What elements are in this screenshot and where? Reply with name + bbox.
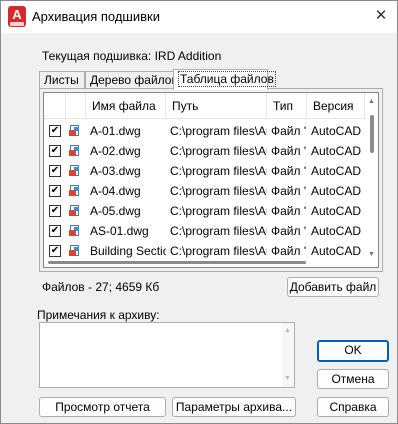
- header-path[interactable]: Путь: [166, 93, 267, 119]
- header-icon-col[interactable]: [66, 93, 86, 119]
- version-cell: AutoCAD 2: [311, 164, 365, 178]
- type-cell: Файл ': [271, 244, 307, 258]
- sheet-set-label: Текущая подшивка: IRD Addition: [42, 49, 222, 63]
- tab-file-tree[interactable]: Дерево файлов: [85, 71, 178, 89]
- file-name-cell: A-05.dwg: [90, 204, 141, 218]
- title-bar: A Архивация подшивки ✕: [1, 1, 397, 33]
- path-cell: C:\program files\Aut: [170, 124, 267, 138]
- row-checkbox[interactable]: ✔: [49, 185, 61, 197]
- help-button[interactable]: Справка: [317, 397, 389, 417]
- notes-textarea[interactable]: ▲ ▼: [39, 322, 295, 388]
- type-cell: Файл ': [271, 124, 307, 138]
- file-name-cell: A-01.dwg: [90, 124, 141, 138]
- dwg-file-icon: [69, 245, 81, 257]
- path-cell: C:\program files\Aut: [170, 244, 267, 258]
- path-cell: C:\program files\Aut: [170, 164, 267, 178]
- row-checkbox[interactable]: ✔: [49, 145, 61, 157]
- cancel-button[interactable]: Отмена: [317, 369, 389, 389]
- scroll-thumb[interactable]: [370, 115, 374, 153]
- notes-scroll-down-icon[interactable]: ▼: [284, 375, 291, 382]
- ok-button[interactable]: OK: [317, 340, 389, 362]
- path-cell: C:\program files\Aut: [170, 144, 267, 158]
- add-file-button[interactable]: Добавить файл: [287, 277, 379, 297]
- version-cell: AutoCAD 2: [311, 144, 365, 158]
- path-cell: C:\program files\Aut: [170, 184, 267, 198]
- dwg-file-icon: [69, 205, 81, 217]
- tab-sheets-label: Листы: [44, 73, 79, 87]
- file-name-cell: Building Section: [90, 244, 166, 258]
- dwg-file-icon: [69, 185, 81, 197]
- dwg-file-icon: [69, 165, 81, 177]
- row-checkbox[interactable]: ✔: [49, 125, 61, 137]
- version-cell: AutoCAD 2: [311, 244, 365, 258]
- table-header: Имя файла Путь Тип Версия Р: [44, 93, 378, 119]
- archive-dialog: A Архивация подшивки ✕ Текущая подшивка:…: [0, 0, 398, 424]
- file-table: Имя файла Путь Тип Версия Р ✔ A-01.dwg C:\…: [43, 92, 379, 268]
- dwg-file-icon: [69, 125, 81, 137]
- path-cell: C:\program files\Aut: [170, 224, 267, 238]
- table-row[interactable]: ✔ A-01.dwg C:\program files\Aut Файл ' AutoC…: [44, 121, 375, 141]
- file-name-cell: A-02.dwg: [90, 144, 141, 158]
- file-name-cell: A-04.dwg: [90, 184, 141, 198]
- row-checkbox[interactable]: ✔: [49, 205, 61, 217]
- version-cell: AutoCAD 2: [311, 204, 365, 218]
- view-report-button[interactable]: Просмотр отчета: [39, 397, 166, 417]
- type-cell: Файл ': [271, 164, 307, 178]
- version-cell: AutoCAD 2: [311, 124, 365, 138]
- header-check-col[interactable]: [44, 93, 66, 119]
- tab-file-table[interactable]: Таблица файлов: [173, 69, 276, 90]
- header-version[interactable]: Версия: [307, 93, 365, 119]
- files-summary: Файлов - 27; 4659 Кб: [42, 280, 160, 294]
- table-row[interactable]: ✔ A-03.dwg C:\program files\Aut Файл ' AutoC…: [44, 161, 375, 181]
- notes-label: Примечания к архиву:: [37, 308, 160, 322]
- tab-file-tree-label: Дерево файлов: [90, 73, 178, 87]
- table-row[interactable]: ✔ A-05.dwg C:\program files\Aut Файл ' AutoC…: [44, 201, 375, 221]
- scroll-up-icon[interactable]: ▲: [368, 98, 375, 105]
- horizontal-scroll-thumb[interactable]: [48, 261, 306, 264]
- table-row[interactable]: ✔ AS-01.dwg C:\program files\Aut Файл ' Auto…: [44, 221, 375, 241]
- close-icon[interactable]: ✕: [369, 5, 393, 27]
- window-title: Архивация подшивки: [32, 9, 160, 24]
- path-cell: C:\program files\Aut: [170, 204, 267, 218]
- dwg-file-icon: [69, 225, 81, 237]
- horizontal-scrollbar[interactable]: [44, 259, 366, 267]
- autocad-app-icon: A: [8, 6, 26, 27]
- notes-scroll-up-icon[interactable]: ▲: [284, 327, 291, 334]
- version-cell: AutoCAD 2: [311, 224, 365, 238]
- row-checkbox[interactable]: ✔: [49, 225, 61, 237]
- tab-file-table-label: Таблица файлов: [178, 71, 276, 87]
- version-cell: AutoCAD 2: [311, 184, 365, 198]
- notes-scrollbar[interactable]: ▲ ▼: [282, 323, 294, 387]
- file-table-panel: Имя файла Путь Тип Версия Р ✔ A-01.dwg C:\…: [39, 88, 383, 272]
- type-cell: Файл ': [271, 204, 307, 218]
- archive-params-button[interactable]: Параметры архива...: [172, 397, 296, 417]
- table-row[interactable]: ✔ Building Section C:\program files\Aut Фай…: [44, 241, 375, 261]
- tab-sheets[interactable]: Листы: [39, 71, 85, 89]
- table-row[interactable]: ✔ A-04.dwg C:\program files\Aut Файл ' AutoC…: [44, 181, 375, 201]
- table-row[interactable]: ✔ A-02.dwg C:\program files\Aut Файл ' AutoC…: [44, 141, 375, 161]
- file-name-cell: AS-01.dwg: [90, 224, 149, 238]
- header-type[interactable]: Тип: [267, 93, 307, 119]
- header-file-name[interactable]: Имя файла: [86, 93, 166, 119]
- scroll-down-icon[interactable]: ▼: [368, 251, 375, 258]
- type-cell: Файл ': [271, 184, 307, 198]
- type-cell: Файл ': [271, 224, 307, 238]
- type-cell: Файл ': [271, 144, 307, 158]
- vertical-scrollbar[interactable]: ▲ ▼: [366, 93, 378, 267]
- row-checkbox[interactable]: ✔: [49, 165, 61, 177]
- file-name-cell: A-03.dwg: [90, 164, 141, 178]
- dwg-file-icon: [69, 145, 81, 157]
- row-checkbox[interactable]: ✔: [49, 245, 61, 257]
